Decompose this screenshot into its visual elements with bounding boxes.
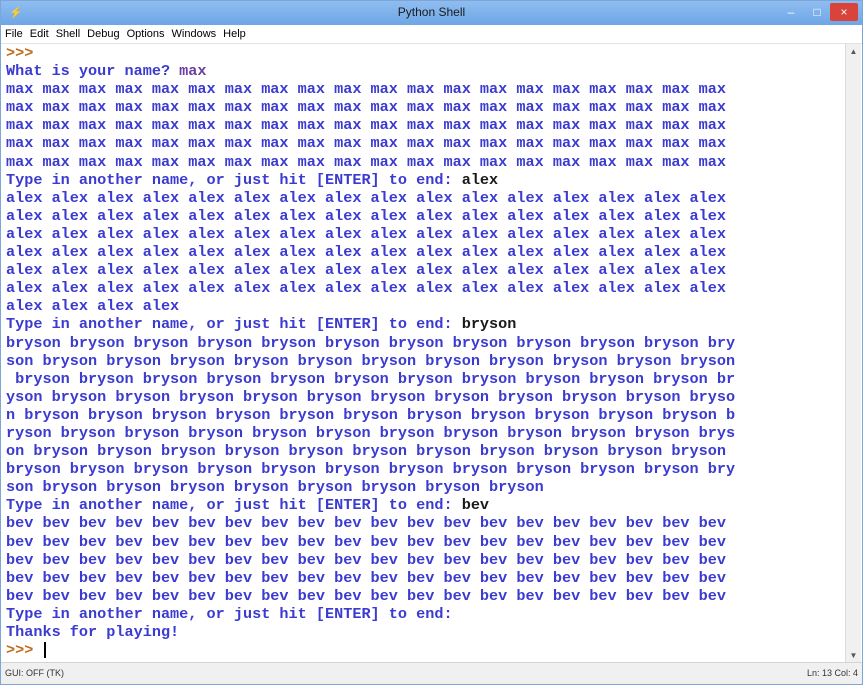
output-text: bev bev bev bev bev bev bev bev bev bev … [6,550,727,569]
status-bar: GUI: OFF (TK) Ln: 13 Col: 4 [1,662,862,684]
shell-text-area[interactable]: >>> What is your name? max max max max max… [2,44,847,663]
scroll-down-arrow-icon[interactable]: ▼ [846,648,861,663]
shell-line: alex alex alex alex alex alex alex alex … [2,243,847,261]
shell-line: bev bev bev bev bev bev bev bev bev bev … [2,533,847,551]
output-text: max max max max max max max max max max … [6,98,727,117]
shell-line: bryson bryson bryson bryson bryson bryso… [2,334,847,352]
output-text: yson bryson bryson bryson bryson bryson … [6,387,736,406]
shell-line: What is your name? max [2,62,847,80]
output-text: n bryson bryson bryson bryson bryson bry… [6,405,736,424]
output-text: alex alex alex alex alex alex alex alex … [6,279,727,298]
output-text: on bryson bryson bryson bryson bryson br… [6,442,727,461]
shell-line: Type in another name, or just hit [ENTER… [2,496,847,514]
shell-line: >>> [2,44,847,62]
shell-line: bryson bryson bryson bryson bryson bryso… [2,460,847,478]
shell-line: bryson bryson bryson bryson bryson bryso… [2,370,847,388]
shell-line: bev bev bev bev bev bev bev bev bev bev … [2,587,847,605]
output-text: bev bev bev bev bev bev bev bev bev bev … [6,514,727,533]
shell-line: max max max max max max max max max max … [2,80,847,98]
shell-line: son bryson bryson bryson bryson bryson b… [2,352,847,370]
shell-line: alex alex alex alex [2,297,847,315]
output-text: alex alex alex alex alex alex alex alex … [6,224,727,243]
shell-line: Thanks for playing! [2,623,847,641]
output-text: Thanks for playing! [6,623,180,641]
shell-line: >>> [2,641,847,659]
output-text: alex alex alex alex alex alex alex alex … [6,206,727,225]
window-title: Python Shell [397,5,466,19]
menu-help[interactable]: Help [223,28,246,40]
shell-line: alex alex alex alex alex alex alex alex … [2,261,847,279]
output-text: bev bev bev bev bev bev bev bev bev bev … [6,532,727,551]
output-text: alex alex alex alex alex alex alex alex … [6,243,727,262]
output-text: max max max max max max max max max max … [6,116,727,135]
gui-status: GUI: OFF (TK) [5,668,64,678]
maximize-button[interactable]: □ [804,3,830,21]
shell-line: alex alex alex alex alex alex alex alex … [2,225,847,243]
output-text: alex alex alex alex alex alex alex alex … [6,261,727,280]
shell-line: bev bev bev bev bev bev bev bev bev bev … [2,551,847,569]
output-text: Type in another name, or just hit [ENTER… [6,496,462,515]
menu-options[interactable]: Options [127,28,165,40]
output-text: bryson bryson bryson bryson bryson bryso… [6,333,736,352]
shell-line: Type in another name, or just hit [ENTER… [2,171,847,189]
output-text: What is your name? [6,62,180,81]
user-input-text: bryson [461,315,517,334]
shell-line: alex alex alex alex alex alex alex alex … [2,279,847,297]
user-input-text: bev [461,496,490,515]
shell-line: yson bryson bryson bryson bryson bryson … [2,388,847,406]
output-text: bev bev bev bev bev bev bev bev bev bev … [6,568,727,587]
shell-line: max max max max max max max max max max … [2,116,847,134]
menu-debug[interactable]: Debug [87,28,119,40]
output-text: son bryson bryson bryson bryson bryson b… [6,478,544,497]
menu-bar: File Edit Shell Debug Options Windows He… [1,25,862,44]
scroll-up-arrow-icon[interactable]: ▲ [846,44,861,59]
output-text: Type in another name, or just hit [ENTER… [6,170,462,189]
close-button[interactable]: × [830,3,858,21]
output-text: son bryson bryson bryson bryson bryson b… [6,351,736,370]
output-text: max max max max max max max max max max … [6,80,727,99]
python-shell-window: ⚡ Python Shell – □ × File Edit Shell Deb… [0,0,863,685]
user-input-text: max [179,62,207,81]
output-text: max max max max max max max max max max … [6,152,727,171]
shell-line: bev bev bev bev bev bev bev bev bev bev … [2,569,847,587]
minimize-button[interactable]: – [778,3,804,21]
shell-line: son bryson bryson bryson bryson bryson b… [2,478,847,496]
shell-line: Type in another name, or just hit [ENTER… [2,315,847,333]
text-cursor [44,642,47,659]
output-text: max max max max max max max max max max … [6,134,727,153]
shell-line: n bryson bryson bryson bryson bryson bry… [2,406,847,424]
user-input-text: alex [461,170,499,189]
shell-line: on bryson bryson bryson bryson bryson br… [2,442,847,460]
shell-line: ryson bryson bryson bryson bryson bryson… [2,424,847,442]
shell-line: max max max max max max max max max max … [2,153,847,171]
output-text: alex alex alex alex [6,297,180,316]
shell-line: Type in another name, or just hit [ENTER… [2,605,847,623]
menu-shell[interactable]: Shell [56,28,80,40]
vertical-scrollbar[interactable]: ▲ ▼ [845,44,861,663]
shell-line: bev bev bev bev bev bev bev bev bev bev … [2,514,847,532]
shell-line: max max max max max max max max max max … [2,98,847,116]
title-bar[interactable]: ⚡ Python Shell – □ × [1,1,862,25]
output-text: bryson bryson bryson bryson bryson bryso… [6,460,736,479]
output-text: bev bev bev bev bev bev bev bev bev bev … [6,586,727,605]
shell-prompt: >>> [6,641,43,660]
shell-line: alex alex alex alex alex alex alex alex … [2,189,847,207]
output-text: Type in another name, or just hit [ENTER… [6,315,462,334]
output-text: alex alex alex alex alex alex alex alex … [6,188,727,207]
cursor-position: Ln: 13 Col: 4 [806,668,858,678]
output-text: bryson bryson bryson bryson bryson bryso… [6,369,736,388]
shell-line: max max max max max max max max max max … [2,134,847,152]
output-text: ryson bryson bryson bryson bryson bryson… [6,423,736,442]
shell-line: alex alex alex alex alex alex alex alex … [2,207,847,225]
menu-windows[interactable]: Windows [172,28,217,40]
menu-edit[interactable]: Edit [30,28,49,40]
shell-prompt: >>> [6,44,34,62]
menu-file[interactable]: File [5,28,23,40]
output-text: Type in another name, or just hit [ENTER… [6,604,453,623]
